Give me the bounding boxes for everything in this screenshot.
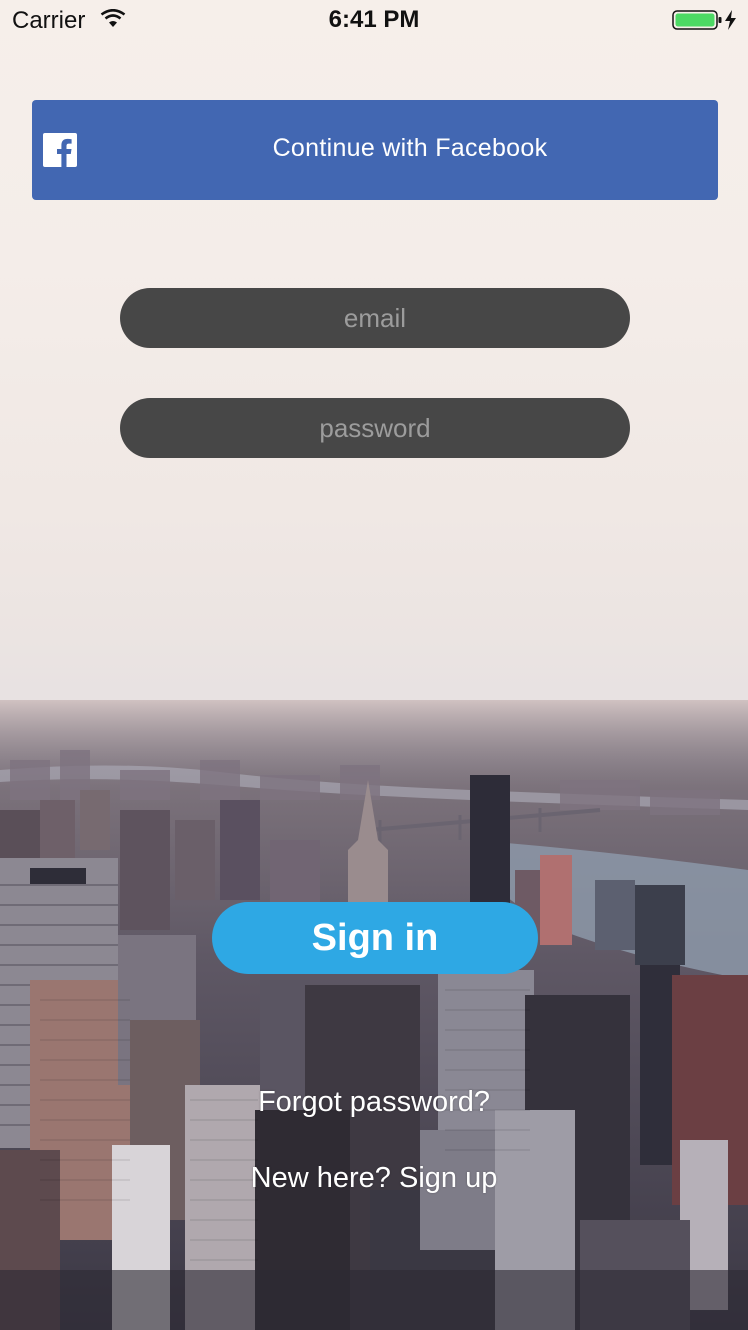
forgot-password-link[interactable]: Forgot password? bbox=[0, 1086, 748, 1119]
facebook-icon bbox=[43, 133, 77, 167]
facebook-button-label: Continue with Facebook bbox=[272, 134, 548, 162]
battery-charging-icon bbox=[672, 10, 736, 30]
password-field[interactable] bbox=[120, 398, 630, 458]
status-bar: Carrier 6:41 PM bbox=[0, 0, 748, 40]
email-field[interactable] bbox=[120, 288, 630, 348]
sign-in-button[interactable]: Sign in bbox=[212, 902, 538, 974]
continue-with-facebook-button[interactable]: Continue with Facebook bbox=[32, 100, 718, 200]
login-screen: Carrier 6:41 PM Continue with Facebook S… bbox=[0, 0, 748, 1330]
sign-up-link[interactable]: New here? Sign up bbox=[0, 1162, 748, 1195]
clock: 6:41 PM bbox=[328, 6, 420, 33]
